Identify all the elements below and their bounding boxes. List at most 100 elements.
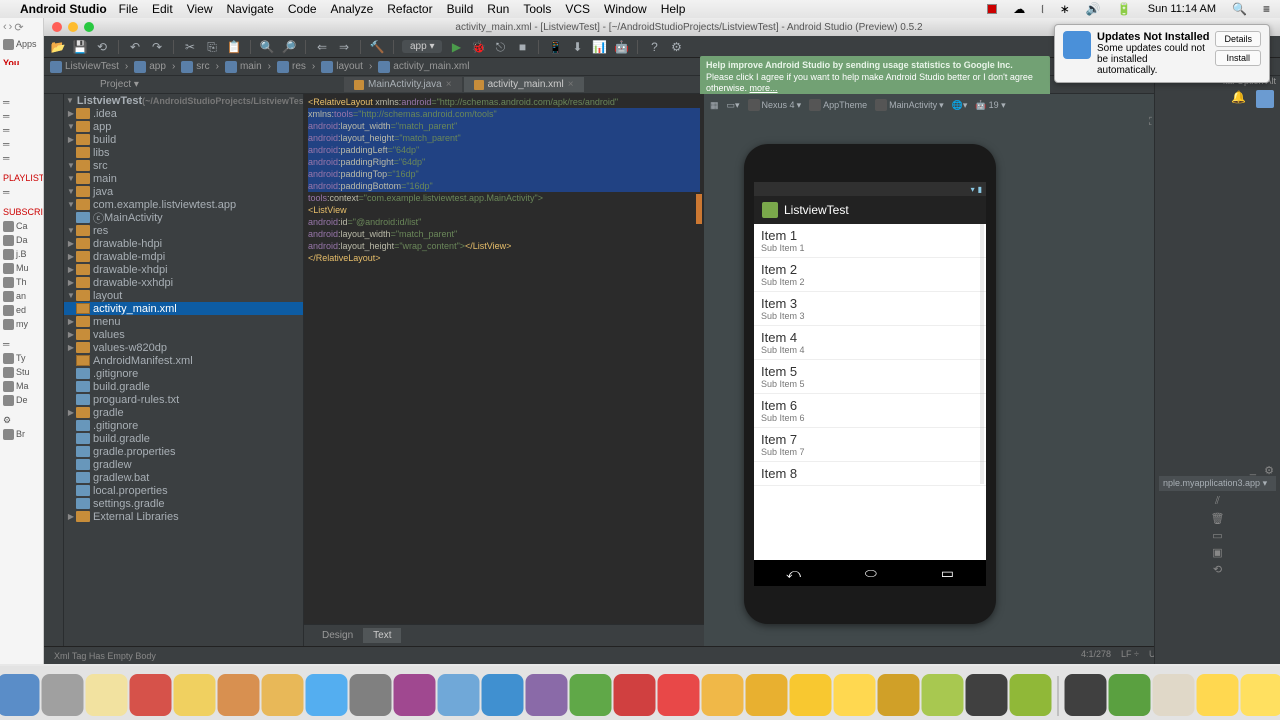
dock-app-icon[interactable] [878,674,920,716]
dock-app-icon[interactable] [702,674,744,716]
tree-node[interactable]: ▶drawable-hdpi [64,237,303,250]
tree-node[interactable]: build.gradle [64,380,303,393]
menu-window[interactable]: Window [604,2,647,16]
dock-app-icon[interactable] [130,674,172,716]
gear-icon[interactable]: ⚙ [1264,464,1274,477]
tree-node[interactable]: ▶.idea [64,107,303,120]
list-item[interactable]: ed [0,303,43,317]
avatar-icon[interactable] [1256,90,1274,108]
menu-help[interactable]: Help [661,2,686,16]
list-item[interactable]: Ca [0,219,43,233]
tree-node[interactable]: ▶drawable-xxhdpi [64,276,303,289]
open-icon[interactable]: 📂 [50,39,66,55]
settings-icon[interactable]: ⚙ [668,39,684,55]
dock-app-icon[interactable] [966,674,1008,716]
dock-app-icon[interactable] [1197,674,1239,716]
device-selector[interactable]: Nexus 4▾ [748,99,802,111]
tree-node[interactable]: .gitignore [64,367,303,380]
link-icon[interactable]: ⟲ [1211,563,1225,577]
android-icon[interactable]: 🤖 [613,39,629,55]
zoom-window-icon[interactable] [84,22,94,32]
dock-app-icon[interactable] [86,674,128,716]
module-selector[interactable]: nple.myapplication3.app ▾ [1159,476,1276,491]
breadcrumb[interactable]: ListviewTest [50,61,119,73]
menu-run[interactable]: Run [487,2,509,16]
dock-app-icon[interactable] [174,674,216,716]
left-tool-strip[interactable] [44,94,64,646]
more-link[interactable]: more... [750,83,778,93]
make-icon[interactable]: 🔨 [369,39,385,55]
list-item[interactable]: Br [0,427,43,441]
list-item[interactable]: Mu [0,261,43,275]
tree-node[interactable]: ▼app [64,120,303,133]
tree-node[interactable]: ▼layout [64,289,303,302]
volume-icon[interactable]: 🔊 [1086,2,1101,16]
tree-node[interactable]: .gitignore [64,419,303,432]
close-tab-icon[interactable]: × [568,79,574,90]
design-tab[interactable]: Design [312,628,363,643]
dock-app-icon[interactable] [350,674,392,716]
dock-app-icon[interactable] [1010,674,1052,716]
breadcrumb[interactable]: res [277,61,306,73]
dock-app-icon[interactable] [1153,674,1195,716]
notification-center-icon[interactable]: ≡ [1263,2,1270,16]
install-button[interactable]: Install [1215,50,1261,66]
youtube-logo[interactable]: You [0,51,43,65]
forward-icon[interactable]: › [9,21,13,34]
menu-navigate[interactable]: Navigate [226,2,273,16]
dock-app-icon[interactable] [658,674,700,716]
cursor-position[interactable]: 4:1/278 [1081,649,1111,662]
tab-mainactivity[interactable]: MainActivity.java× [344,77,462,92]
tree-node[interactable]: proguard-rules.txt [64,393,303,406]
orientation-icon[interactable]: ▭▾ [727,100,740,111]
api-selector[interactable]: 🤖19 ▾ [975,100,1005,111]
attach-debugger-icon[interactable]: ⎋ [492,39,508,55]
list-item[interactable]: j.B [0,247,43,261]
minimize-window-icon[interactable] [68,22,78,32]
dock-app-icon[interactable] [1065,674,1107,716]
theme-selector[interactable]: AppTheme [809,99,867,111]
tree-node[interactable]: AndroidManifest.xml [64,354,303,367]
menu-vcs[interactable]: VCS [565,2,590,16]
notifications-icon[interactable]: 🔔 [1231,90,1246,108]
breadcrumb[interactable]: layout [321,61,363,73]
warning-strip[interactable] [696,194,702,224]
tree-node[interactable]: ▶values-w820dp [64,341,303,354]
apps-link[interactable]: Apps [0,37,43,51]
tree-node[interactable]: build.gradle [64,432,303,445]
tree-node[interactable]: ▶values [64,328,303,341]
dock-app-icon[interactable] [526,674,568,716]
breadcrumb[interactable]: main [225,61,262,73]
sdk-icon[interactable]: ⬇ [569,39,585,55]
tree-node[interactable]: ▶drawable-xhdpi [64,263,303,276]
tree-node[interactable]: ⓒ MainActivity [64,211,303,224]
tree-node[interactable]: local.properties [64,484,303,497]
run-config-selector[interactable]: app ▾ [402,40,442,53]
copy-icon[interactable]: ⎘ [204,39,220,55]
filter-icon[interactable]: ⫽ [1211,495,1225,509]
monitor-icon[interactable]: 📊 [591,39,607,55]
breadcrumb[interactable]: activity_main.xml [378,61,469,73]
avd-icon[interactable]: 📱 [547,39,563,55]
dock-app-icon[interactable] [1109,674,1151,716]
list-item[interactable]: De [0,393,43,407]
dock-app-icon[interactable] [570,674,612,716]
dock-app-icon[interactable] [438,674,480,716]
paste-icon[interactable]: 📋 [226,39,242,55]
menu-file[interactable]: File [119,2,138,16]
back-nav-icon[interactable]: ⇐ [314,39,330,55]
save-icon[interactable]: 💾 [72,39,88,55]
dock-app-icon[interactable] [42,674,84,716]
list-item[interactable]: Th [0,275,43,289]
tree-node[interactable]: ▶build [64,133,303,146]
tree-node[interactable]: ▶drawable-mdpi [64,250,303,263]
menu-view[interactable]: View [187,2,213,16]
dock-app-icon[interactable] [394,674,436,716]
minimize-icon[interactable]: _ [1250,464,1256,476]
dock-app-icon[interactable] [614,674,656,716]
clock[interactable]: Sun 11:14 AM [1148,3,1216,15]
find-icon[interactable]: 🔍 [259,39,275,55]
dock-app-icon[interactable] [306,674,348,716]
dock-app-icon[interactable] [746,674,788,716]
tree-node[interactable]: ▼main [64,172,303,185]
